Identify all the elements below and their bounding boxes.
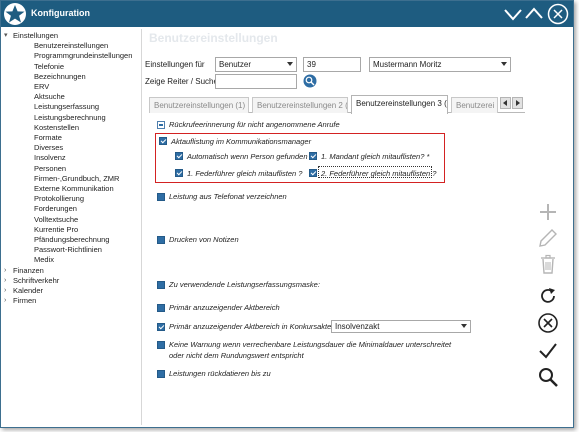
search-icon[interactable] [537, 366, 559, 388]
first-mandant-checkbox[interactable] [309, 152, 317, 160]
settings-for-label: Einstellungen für [145, 60, 205, 69]
tree-item-child[interactable]: Firmen-,Grundbuch, ZMR [34, 174, 119, 184]
primary-insolvency-label: Primär anzuzeigender Aktbereich in Konku… [169, 322, 336, 331]
first-mandant-label: 1. Mandant gleich mitauflisten? * [321, 152, 430, 161]
tree-item-child[interactable]: Insolvenz [34, 153, 66, 163]
tree-item-child[interactable]: ERV [34, 82, 49, 92]
tree-item-child[interactable]: Leistungserfassung [34, 102, 99, 112]
chevron-right-icon [516, 100, 520, 106]
backdate-label: Leistungen rückdatieren bis zu [169, 369, 271, 378]
mask-checkbox[interactable] [157, 281, 165, 289]
title-bar: Konfiguration [1, 1, 573, 27]
user-name-select[interactable]: Mustermann Moritz [369, 57, 511, 72]
tab-bar: Benutzereinstellungen (1) Benutzereinste… [149, 95, 525, 114]
search-button[interactable] [303, 74, 317, 88]
chevron-down-icon [501, 62, 507, 66]
chevron-left-icon [503, 100, 507, 106]
recall-reminder-checkbox[interactable] [157, 121, 165, 129]
delete-icon[interactable] [537, 253, 559, 275]
primary-area-label: Primär anzuzeigender Aktbereich [169, 303, 280, 312]
recall-reminder-label: Rückrufeerinnerung für nicht angenommene… [169, 120, 340, 129]
tab-benutzereinstellungen-1[interactable]: Benutzereinstellungen (1) [149, 97, 249, 113]
tree-item-child[interactable]: Kurrentie Pro [34, 225, 78, 235]
auto-person-checkbox[interactable] [175, 152, 183, 160]
warning-label-line2: oder nicht dem Rundungswert entspricht [169, 351, 304, 360]
configuration-window: Konfiguration ▾ Einstellungen Benutzerei… [0, 0, 574, 428]
user-id-field[interactable]: 39 [303, 57, 361, 72]
warning-checkbox[interactable] [157, 341, 165, 349]
phone-service-checkbox[interactable] [157, 193, 165, 201]
second-leader-checkbox[interactable] [309, 169, 317, 177]
insolvency-value: Insolvenzakt [335, 322, 380, 331]
expand-arrow-icon[interactable]: › [4, 286, 12, 296]
expand-arrow-icon[interactable]: › [4, 296, 12, 306]
tree-item-child[interactable]: Protokollierung [34, 194, 84, 204]
tree-item-child[interactable]: Passwort-Richtlinien [34, 245, 102, 255]
tree-item-child[interactable]: Formate [34, 133, 62, 143]
tree-item-child[interactable]: Programmgrundeinstellungen [34, 51, 132, 61]
print-notes-checkbox[interactable] [157, 236, 165, 244]
expand-arrow-icon[interactable]: › [4, 276, 12, 286]
mask-label: Zu verwendende Leistungserfassungsmaske: [169, 280, 320, 289]
page-title: Benutzereinstellungen [149, 31, 278, 45]
confirm-icon[interactable] [537, 340, 559, 362]
expand-arrow-icon[interactable]: › [4, 266, 12, 276]
tree-item-child[interactable]: Personen [34, 164, 66, 174]
tree-item-child[interactable]: Medix [34, 255, 54, 265]
tree-item-child[interactable]: Pfändungsberechnung [34, 235, 109, 245]
print-notes-label: Drucken von Notizen [169, 235, 239, 244]
first-leader-label: 1. Federführer gleich mitauflisten ? [187, 169, 303, 178]
refresh-icon[interactable] [537, 285, 559, 307]
minimize-chevron-icon[interactable] [503, 4, 523, 24]
chevron-down-icon [461, 324, 467, 328]
tab-benutzereinstellungen-2[interactable]: Benutzereinstellungen 2 (2) [252, 97, 348, 113]
tree-item-child[interactable]: Leistungsberechnung [34, 113, 106, 123]
phone-service-label: Leistung aus Telefonat verzeichnen [169, 192, 287, 201]
maximize-chevron-icon[interactable] [524, 4, 544, 24]
cancel-icon[interactable] [537, 312, 559, 334]
insolvency-select[interactable]: Insolvenzakt [331, 320, 471, 333]
search-input[interactable] [215, 74, 297, 89]
settings-for-value: Benutzer [219, 60, 252, 69]
show-tab-label: Zeige Reiter / Suche [145, 77, 218, 86]
tree-item-child[interactable]: Bezeichnungen [34, 72, 86, 82]
backdate-checkbox[interactable] [157, 370, 165, 378]
tree-item-child[interactable]: Benutzereinstellungen [34, 41, 108, 51]
first-leader-checkbox[interactable] [175, 169, 183, 177]
app-star-icon [4, 3, 26, 25]
second-leader-label: 2. Federführer gleich mitauflisten ? [321, 169, 437, 178]
settings-content: Benutzereinstellungen Einstellungen für … [143, 29, 528, 425]
chevron-down-icon [287, 62, 293, 66]
tree-item-child[interactable]: Forderungen [34, 204, 77, 214]
primary-insolvency-checkbox[interactable] [157, 323, 165, 331]
auto-person-label: Automatisch wenn Person gefunden [187, 152, 308, 161]
tab-benutzereinstellungen-more[interactable]: Benutzerei [451, 97, 498, 113]
settings-for-select[interactable]: Benutzer [215, 57, 297, 72]
activity-list-checkbox[interactable] [159, 137, 167, 145]
tab-scroll-left-button[interactable] [500, 97, 511, 109]
tab-benutzereinstellungen-3[interactable]: Benutzereinstellungen 3 (3) [351, 95, 448, 114]
settings-tree: ▾ Einstellungen Benutzereinstellungen Pro… [4, 31, 133, 306]
warning-label-line1: Keine Warnung wenn verrechenbare Leistun… [169, 340, 452, 349]
collapse-arrow-icon[interactable]: ▾ [4, 31, 12, 41]
tree-item-child[interactable]: Kostenstellen [34, 123, 79, 133]
tree-item-child[interactable]: Diverses [34, 143, 63, 153]
tree-item-child[interactable]: Telefonie [34, 62, 64, 72]
tree-item-child[interactable]: Volltextsuche [34, 215, 78, 225]
pane-divider [141, 29, 142, 425]
primary-area-checkbox[interactable] [157, 304, 165, 312]
edit-icon[interactable] [537, 227, 559, 249]
tree-item-child[interactable]: Aktsuche [34, 92, 65, 102]
add-icon[interactable] [537, 201, 559, 223]
search-icon [303, 74, 317, 88]
window-title: Konfiguration [31, 8, 90, 18]
tree-item-child[interactable]: Externe Kommunikation [34, 184, 114, 194]
close-icon[interactable] [547, 3, 569, 25]
activity-list-label: Aktauflistung im Kommunikationsmanager [171, 137, 312, 146]
tab-scroll-right-button[interactable] [512, 97, 523, 109]
user-name-value: Mustermann Moritz [373, 60, 442, 69]
